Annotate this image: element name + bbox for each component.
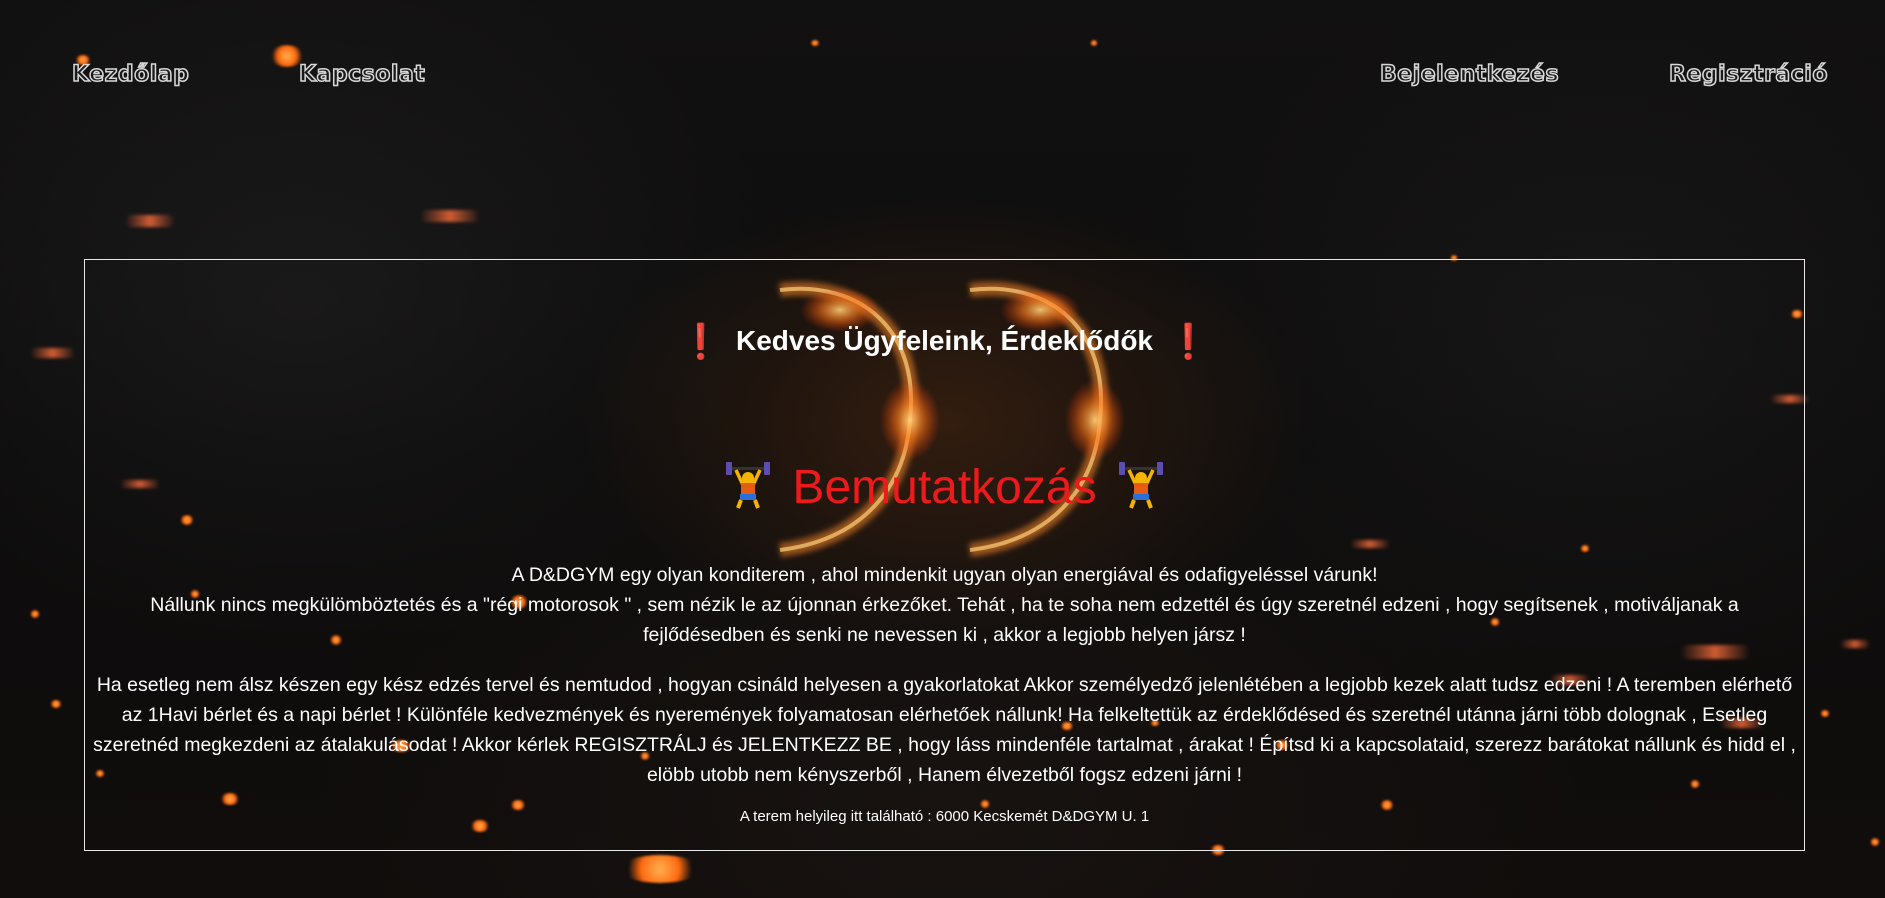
ember-spark [1820,710,1830,717]
ember-spark [30,610,40,618]
greeting-text: Kedves Ügyfeleink, Érdeklődők [735,325,1154,356]
ember-spark [620,855,700,883]
ember-streak [420,210,480,222]
intro-panel: ❗ Kedves Ügyfeleink, Érdeklődők ❗ Bemutatk… [84,259,1805,851]
intro-paragraph-1: A D&DGYM egy olyan konditerem , ahol min… [125,560,1764,650]
greeting-heading: ❗ Kedves Ügyfeleink, Érdeklődők ❗ [85,322,1804,362]
intro-title: Bemutatkozás [85,460,1804,515]
intro-line-2: Nállunk nincs megkülömböztetés és a "rég… [150,594,1739,646]
gym-address: A terem helyileg itt található : 6000 Ke… [739,808,1150,825]
ember-streak [1840,640,1870,648]
nav-home-link[interactable]: Kezdőlap [71,61,189,88]
nav-contact-link[interactable]: Kapcsolat [298,61,425,88]
intro-paragraph-2: Ha esetleg nem álsz készen egy kész edzé… [93,674,1796,786]
intro-line-1: A D&DGYM egy olyan konditerem , ahol min… [511,564,1378,586]
ember-streak [125,215,175,227]
weightlifter-icon [1118,462,1163,509]
ember-spark [1090,40,1098,46]
weightlifter-icon [726,462,771,509]
ember-spark [50,700,62,708]
intro-title-text: Bemutatkozás [792,461,1097,514]
nav-login-link[interactable]: Bejelentkezés [1379,61,1559,88]
exclamation-icon: ❗ [1167,323,1210,361]
ember-spark [1870,838,1880,846]
ember-spark [810,40,820,46]
exclamation-icon: ❗ [679,323,722,361]
ember-streak [30,348,75,358]
nav-register-link[interactable]: Regisztráció [1668,61,1828,88]
